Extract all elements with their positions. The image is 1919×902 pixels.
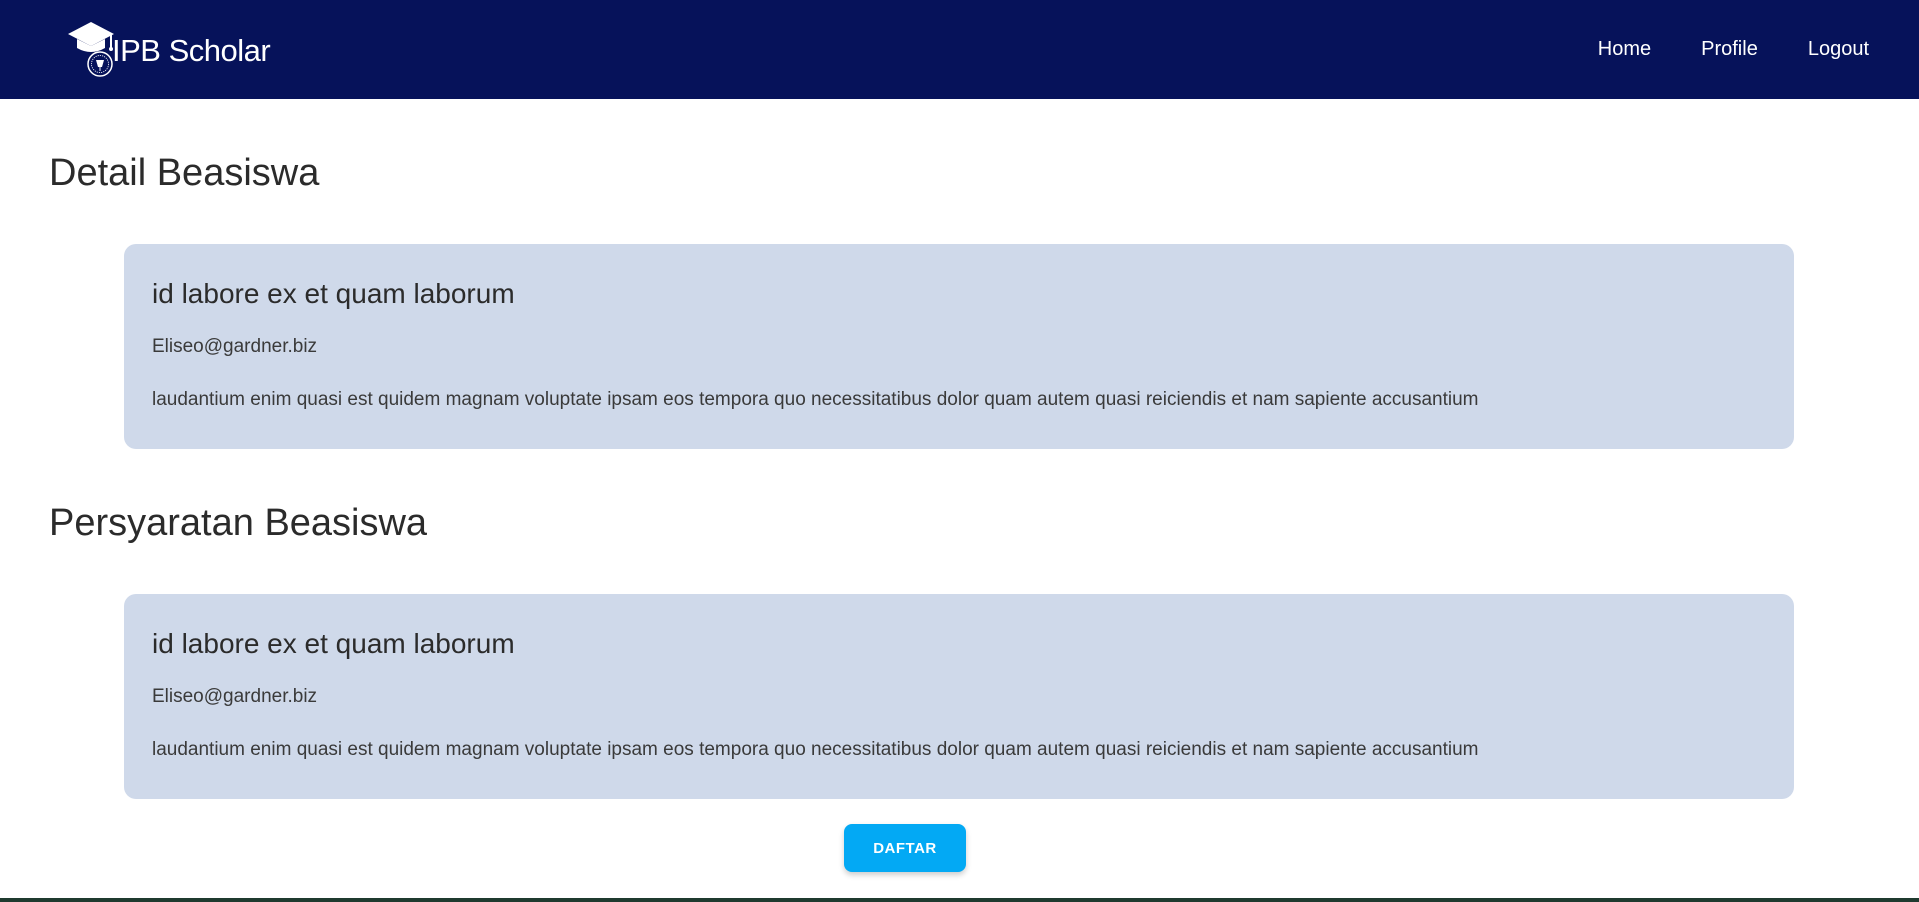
detail-card: id labore ex et quam laborum Eliseo@gard… xyxy=(124,244,1794,449)
detail-card-email: Eliseo@gardner.biz xyxy=(152,336,318,357)
nav-profile-link[interactable]: Profile xyxy=(1701,38,1758,61)
navbar: IPB Scholar Home Profile Logout xyxy=(0,0,1919,99)
detail-card-title: id labore ex et quam laborum xyxy=(152,278,515,309)
requirements-card-title: id labore ex et quam laborum xyxy=(152,628,515,659)
nav-home-link[interactable]: Home xyxy=(1598,38,1651,61)
graduation-cap-logo-icon xyxy=(68,22,114,77)
nav-links: Home Profile Logout xyxy=(1548,0,1869,99)
detail-section-title: Detail Beasiswa xyxy=(49,152,320,194)
requirements-section-title: Persyaratan Beasiswa xyxy=(49,502,428,544)
detail-card-description: laudantium enim quasi est quidem magnam … xyxy=(152,389,1479,410)
nav-logout-link[interactable]: Logout xyxy=(1808,38,1869,61)
requirements-card: id labore ex et quam laborum Eliseo@gard… xyxy=(124,594,1794,799)
page-bottom-border xyxy=(0,898,1919,902)
brand[interactable]: IPB Scholar xyxy=(64,18,271,78)
daftar-button[interactable]: DAFTAR xyxy=(844,824,966,872)
requirements-card-description: laudantium enim quasi est quidem magnam … xyxy=(152,739,1479,760)
brand-name: IPB Scholar xyxy=(112,33,271,68)
requirements-card-email: Eliseo@gardner.biz xyxy=(152,686,318,707)
